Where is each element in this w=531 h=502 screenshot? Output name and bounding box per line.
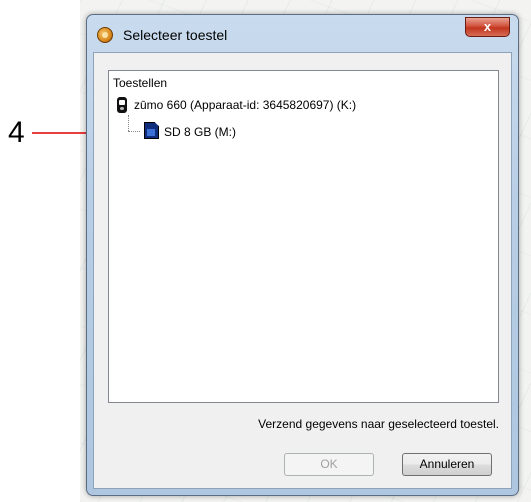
- title-bar: Selecteer toestel x: [87, 15, 518, 53]
- cancel-button[interactable]: Annuleren: [402, 453, 492, 476]
- tree-connector: [128, 131, 140, 132]
- dialog-content: Toestellen zūmo 660 (Apparaat-id: 364582…: [93, 52, 512, 489]
- device-tree[interactable]: Toestellen zūmo 660 (Apparaat-id: 364582…: [108, 70, 499, 403]
- annotation-number: 4: [8, 116, 25, 149]
- sd-card-label: SD 8 GB (M:): [164, 125, 237, 139]
- gps-device-icon: [117, 97, 127, 113]
- ok-button[interactable]: OK: [284, 453, 374, 476]
- select-device-dialog: Selecteer toestel x Toestellen zūmo 660 …: [86, 14, 519, 496]
- send-data-label: Verzend gegevens naar geselecteerd toest…: [258, 417, 499, 431]
- sd-card-icon: [144, 122, 159, 139]
- tree-header: Toestellen: [113, 76, 168, 90]
- device-label: zūmo 660 (Apparaat-id: 3645820697) (K:): [134, 98, 357, 112]
- tree-connector: [128, 115, 129, 131]
- garmin-app-icon: [97, 27, 113, 43]
- close-button[interactable]: x: [465, 17, 510, 37]
- dialog-title: Selecteer toestel: [123, 27, 228, 43]
